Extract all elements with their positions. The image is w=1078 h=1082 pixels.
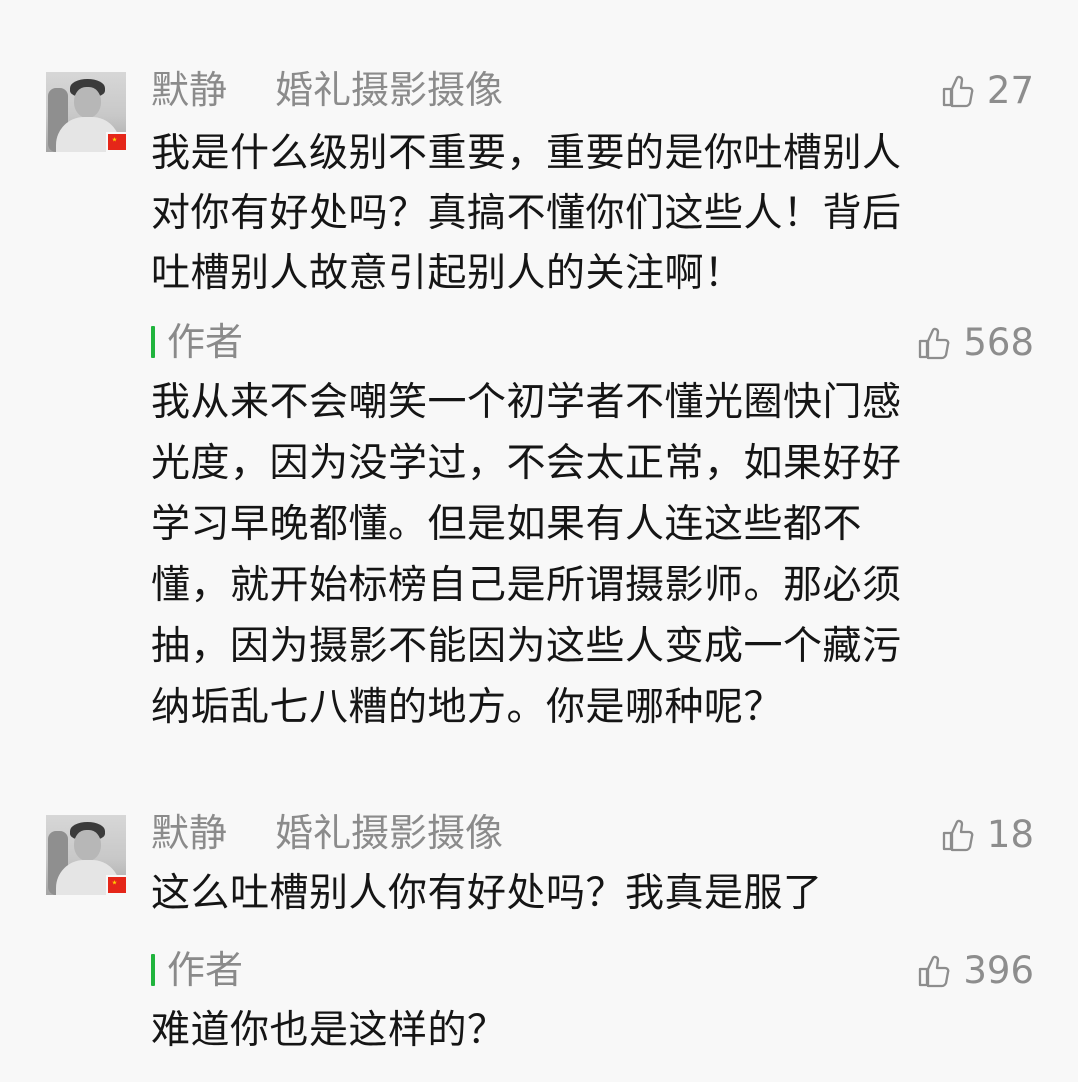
reply-text-line: 纳垢乱七八糟的地方。你是哪种呢？ xyxy=(151,685,784,730)
like-button[interactable]: 27 xyxy=(939,68,1034,114)
thumbs-up-icon xyxy=(919,327,950,360)
author-name[interactable]: 默静 xyxy=(151,66,227,114)
comment-text: 我是什么级别不重要，重要的是你吐槽别人 对你有好处吗？真搞不懂你们这些人！背后 … xyxy=(151,124,1001,304)
comment-text: 这么吐槽别人你有好处吗？我真是服了 xyxy=(151,864,1001,924)
reply-text-line: 我从来不会嘲笑一个初学者不懂光圈快门感 xyxy=(151,380,902,425)
thumbs-up-icon xyxy=(919,955,950,988)
avatar-face-shape xyxy=(74,830,101,861)
comment-text-line: 这么吐槽别人你有好处吗？我真是服了 xyxy=(151,871,823,916)
reply-text-line: 光度，因为没学过，不会太正常，如果好好 xyxy=(151,441,902,486)
comment-text-line: 对你有好处吗？真搞不懂你们这些人！背后 xyxy=(151,191,902,236)
reply-text-line: 学习早晚都懂。但是如果有人连这些都不 xyxy=(151,502,863,547)
green-author-marker-icon xyxy=(151,954,155,986)
china-flag-icon xyxy=(106,875,128,895)
reply-text-line: 抽，因为摄影不能因为这些人变成一个藏污 xyxy=(151,624,902,669)
reply-text-line: 难道你也是这样的？ xyxy=(151,1008,507,1053)
like-button[interactable]: 18 xyxy=(939,812,1034,858)
reply-text-line: 懂，就开始标榜自己是所谓摄影师。那必须 xyxy=(151,563,902,608)
green-author-marker-icon xyxy=(151,326,155,358)
author-name[interactable]: 默静 xyxy=(151,809,227,857)
avatar[interactable] xyxy=(46,72,128,152)
avatar-face-shape xyxy=(74,87,101,118)
reply-author-label: 作者 xyxy=(167,948,244,992)
reply-like-count: 396 xyxy=(963,949,1034,992)
author-reply-text: 我从来不会嘲笑一个初学者不懂光圈快门感 光度，因为没学过，不会太正常，如果好好 … xyxy=(151,372,1001,738)
reply-like-button[interactable]: 396 xyxy=(915,948,1034,994)
like-count: 27 xyxy=(986,69,1034,112)
comment-thread: 默静 婚礼摄影摄像 27 我是什么级别不重要，重要的是你吐槽别人 对你有好处吗？… xyxy=(0,0,1078,1082)
author-tag: 婚礼摄影摄像 xyxy=(275,68,504,112)
avatar[interactable] xyxy=(46,815,128,895)
like-count: 18 xyxy=(986,813,1034,856)
author-reply-text: 难道你也是这样的？ xyxy=(151,1000,1001,1061)
reply-author-label: 作者 xyxy=(167,320,244,364)
comment-text-line: 我是什么级别不重要，重要的是你吐槽别人 xyxy=(151,131,902,176)
comment-text-line: 吐槽别人故意引起别人的关注啊！ xyxy=(151,251,744,296)
comment-author-meta: 默静 婚礼摄影摄像 xyxy=(151,66,503,114)
reply-like-count: 568 xyxy=(963,321,1034,364)
author-tag: 婚礼摄影摄像 xyxy=(275,811,504,855)
author-reply-label: 作者 xyxy=(151,946,243,994)
china-flag-icon xyxy=(106,132,128,152)
reply-like-button[interactable]: 568 xyxy=(915,320,1034,366)
comment-author-meta: 默静 婚礼摄影摄像 xyxy=(151,809,503,857)
author-reply-label: 作者 xyxy=(151,318,243,366)
thumbs-up-icon xyxy=(942,75,974,108)
thumbs-up-icon xyxy=(942,819,974,852)
